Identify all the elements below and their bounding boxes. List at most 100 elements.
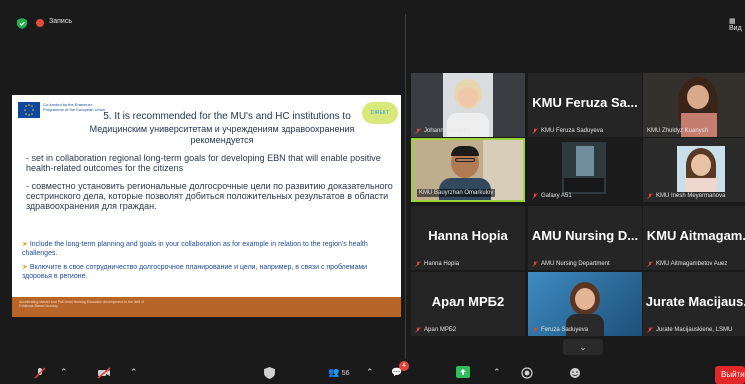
participant-display-name: AMU Nursing D... [531, 228, 639, 243]
mic-muted-icon [647, 327, 653, 333]
participant-tile[interactable]: KMU Zhuldyz Kuanysh [643, 73, 745, 137]
participant-tile[interactable]: Арал МРБ2 Арал МРБ2 [411, 272, 525, 336]
shield-icon [264, 367, 275, 379]
chevron-up-icon: ⌃ [366, 367, 374, 377]
arrow-bullet-icon: ➤ [22, 264, 28, 271]
chevron-up-icon: ⌃ [493, 367, 501, 377]
slide-bullet-en: - set in collaboration regional long-ter… [26, 153, 381, 173]
audio-options-chevron[interactable]: ⌃ [60, 367, 68, 378]
arrow-bullet-icon: ➤ [22, 241, 28, 248]
participant-name: KMU Feruza Saduyeva [532, 128, 603, 134]
participant-tile[interactable]: KMU Inesh Meyermanova [643, 138, 745, 202]
mic-muted-icon [34, 367, 46, 379]
slide-title-ru: Медицинским университетам и учреждениям … [89, 124, 355, 145]
recording-label: Запись [49, 18, 72, 25]
participant-display-name: Арал МРБ2 [431, 294, 505, 309]
participant-name-text: KMU Bauyrzhan Omarkulov [419, 190, 494, 196]
participant-name-text: KMU Inesh Meyermanova [656, 193, 726, 199]
unmute-button[interactable] [34, 367, 46, 381]
participant-name: KMU Inesh Meyermanova [647, 193, 725, 199]
share-screen-button[interactable] [456, 366, 470, 380]
participant-tile[interactable]: Galaxy A51 [528, 138, 642, 202]
participants-button[interactable]: 👥 56 [328, 367, 350, 378]
participant-name-text: KMU Feruza Saduyeva [541, 128, 604, 134]
view-label: Вид [729, 25, 742, 32]
grid-icon: ▦ [729, 18, 736, 25]
participant-name-text: Feruza Saduyeva [541, 327, 589, 333]
participant-name: KMU Aitmagambetov Auez [647, 261, 727, 267]
participant-name: Арал МРБ2 [415, 327, 456, 333]
participants-count: 56 [341, 370, 350, 377]
mic-muted-icon [532, 327, 538, 333]
mic-muted-icon [415, 261, 421, 267]
participant-name: Feruza Saduyeva [532, 327, 588, 333]
participant-name: Galaxy A51 [532, 193, 572, 199]
video-options-chevron[interactable]: ⌃ [130, 367, 138, 378]
participant-name-text: AMU Nursing Department [541, 261, 610, 267]
chat-unread-badge: 4 [399, 361, 409, 371]
slide-title-en: 5. It is recommended for the MU's and HC… [103, 111, 351, 122]
participant-name-text: Jurate Macijauskiene, LSMU [656, 327, 733, 333]
shield-icon[interactable] [17, 18, 27, 29]
participant-display-name: KMU Aitmagam... [646, 228, 745, 243]
participant-name: Hanna Hopia [415, 261, 459, 267]
mic-muted-icon [647, 261, 653, 267]
participant-display-name: KMU Feruza Sa... [532, 95, 638, 110]
slide-point-en-text: Include the long-term planning and goals… [22, 241, 368, 257]
participant-name: Johanna Heikkilä [415, 128, 470, 134]
reactions-button[interactable] [569, 367, 581, 381]
participant-tile[interactable]: Johanna Heikkilä [411, 73, 525, 137]
mic-muted-icon [647, 193, 653, 199]
participant-name-text: Hanna Hopia [424, 261, 460, 267]
participant-tile[interactable]: Hanna Hopia Hanna Hopia [411, 206, 525, 270]
participant-name-text: Арал МРБ2 [424, 327, 457, 333]
share-screen-icon [456, 366, 470, 378]
slide-bullet-ru: - совместно установить региональные долг… [26, 181, 393, 211]
participant-name-text: KMU Aitmagambetov Auez [656, 261, 728, 267]
participant-name-text: Johanna Heikkilä [424, 128, 470, 134]
zoom-meeting-window: Запись ▦ Вид Co-funded by the Erasmus+ P… [0, 0, 745, 384]
chevron-down-icon: ⌄ [579, 342, 587, 352]
video-off-icon [97, 367, 111, 379]
participant-name-text: Galaxy A51 [541, 193, 572, 199]
recording-icon [36, 19, 44, 27]
chevron-up-icon: ⌃ [130, 367, 138, 377]
start-video-button[interactable] [97, 367, 111, 381]
security-button[interactable] [264, 367, 275, 381]
record-button[interactable] [521, 367, 533, 381]
panel-divider[interactable] [405, 14, 406, 384]
chevron-up-icon: ⌃ [60, 367, 68, 377]
leave-meeting-button[interactable]: Выйти [715, 366, 745, 384]
mic-muted-icon [415, 128, 421, 134]
top-status-bar: Запись ▦ Вид [0, 0, 745, 40]
share-options-chevron[interactable]: ⌃ [493, 367, 501, 378]
participant-tile[interactable]: Jurate Macijaus... Jurate Macijauskiene,… [643, 272, 745, 336]
participants-icon: 👥 [328, 367, 340, 377]
participant-name-text: KMU Zhuldyz Kuanysh [647, 128, 709, 134]
gallery-next-page-button[interactable]: ⌄ [563, 339, 603, 355]
slide-point-ru: ➤ Включите в свое сотрудничество долгоср… [22, 263, 394, 281]
emoji-reaction-icon [570, 368, 580, 378]
shared-screen: Co-funded by the Erasmus+ Programme of t… [12, 95, 401, 317]
slide-footer-text: Accelerating Master and PhD level Nursin… [19, 300, 145, 308]
mic-muted-icon [415, 327, 421, 333]
participant-name: KMU Bauyrzhan Omarkulov [417, 189, 496, 197]
participant-tile[interactable]: AMU Nursing D... AMU Nursing Department [528, 206, 642, 270]
view-button[interactable]: ▦ Вид [729, 17, 745, 32]
participant-tile[interactable]: KMU Feruza Sa... KMU Feruza Saduyeva [528, 73, 642, 137]
eu-flag-logo [18, 102, 40, 118]
participant-name: AMU Nursing Department [532, 261, 610, 267]
meeting-toolbar: ⌃ ⌃ 👥 56 ⌃ 💬 4 ⌃ [0, 359, 745, 384]
mic-muted-icon [532, 261, 538, 267]
participant-tile-active-speaker[interactable]: KMU Bauyrzhan Omarkulov [411, 138, 525, 202]
participant-tile[interactable]: Feruza Saduyeva [528, 272, 642, 336]
participant-display-name: Hanna Hopia [428, 228, 508, 243]
slide-point-ru-text: Включите в свое сотрудничество долгосроч… [22, 264, 368, 280]
participant-display-name: Jurate Macijaus... [645, 294, 745, 309]
participants-options-chevron[interactable]: ⌃ [366, 367, 374, 378]
mic-muted-icon [532, 128, 538, 134]
chat-button[interactable]: 💬 4 [391, 361, 409, 378]
record-icon [521, 367, 533, 379]
participant-tile[interactable]: KMU Aitmagam... KMU Aitmagambetov Auez [643, 206, 745, 270]
participant-name: Jurate Macijauskiene, LSMU [647, 327, 732, 333]
